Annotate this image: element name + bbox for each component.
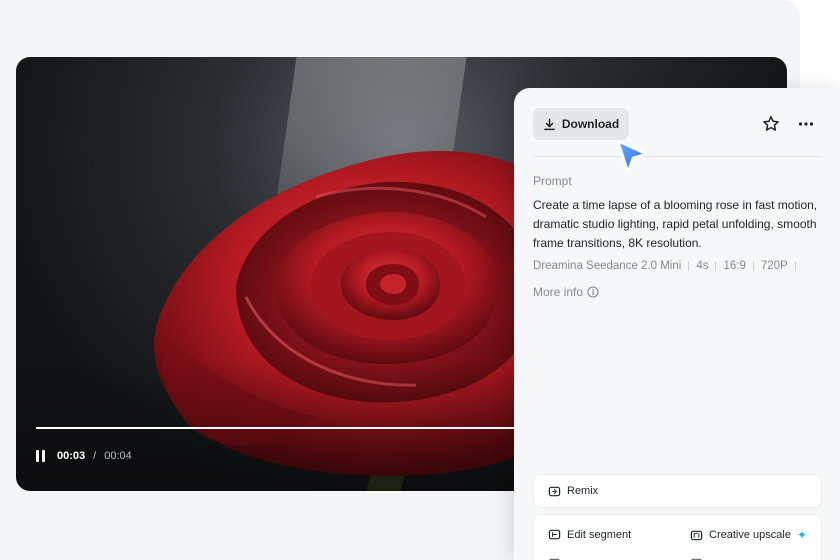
generation-meta: Dreamina Seedance 2.0 Mini 4s 16:9 720P [533, 260, 803, 272]
edit-segment-button[interactable]: Edit segment [548, 528, 631, 541]
tools-card: Edit segment Creative upscale ✦ [533, 514, 822, 560]
meta-duration: 4s [696, 260, 709, 272]
creative-upscale-label: Creative upscale [709, 529, 791, 541]
prompt-text: Create a time lapse of a blooming rose i… [533, 198, 818, 250]
sparkle-icon: ✦ [796, 528, 807, 542]
download-label: Download [561, 117, 620, 131]
progress-fill [36, 427, 585, 429]
total-time: 00:04 [104, 450, 132, 462]
remix-button[interactable]: Remix [533, 474, 822, 508]
pause-icon[interactable] [36, 450, 49, 462]
star-icon[interactable] [762, 115, 780, 133]
cursor-arrow-icon [616, 139, 648, 174]
more-info-link[interactable]: More info [533, 285, 599, 299]
prompt-label: Prompt [533, 174, 572, 188]
download-button[interactable]: Download [533, 108, 629, 140]
upscale-icon [690, 530, 703, 540]
time-separator: / [93, 450, 97, 462]
creative-upscale-button[interactable]: Creative upscale ✦ [690, 528, 807, 542]
edit-segment-icon [548, 529, 561, 540]
more-horizontal-icon[interactable] [797, 115, 815, 133]
panel-divider [533, 156, 822, 157]
meta-resolution: 720P [760, 260, 788, 272]
remix-label: Remix [567, 485, 599, 497]
meta-aspect-ratio: 16:9 [723, 260, 746, 272]
more-info-label: More info [533, 285, 584, 299]
download-icon [543, 118, 555, 130]
remix-icon [548, 486, 561, 496]
current-time: 00:03 [57, 450, 86, 462]
playback-controls: 00:03 / 00:04 [36, 450, 132, 462]
meta-model: Dreamina Seedance 2.0 Mini [533, 260, 682, 272]
edit-segment-label: Edit segment [567, 528, 632, 541]
details-panel: Download Prompt Create a time lapse of a… [514, 88, 840, 560]
info-icon [587, 286, 599, 298]
